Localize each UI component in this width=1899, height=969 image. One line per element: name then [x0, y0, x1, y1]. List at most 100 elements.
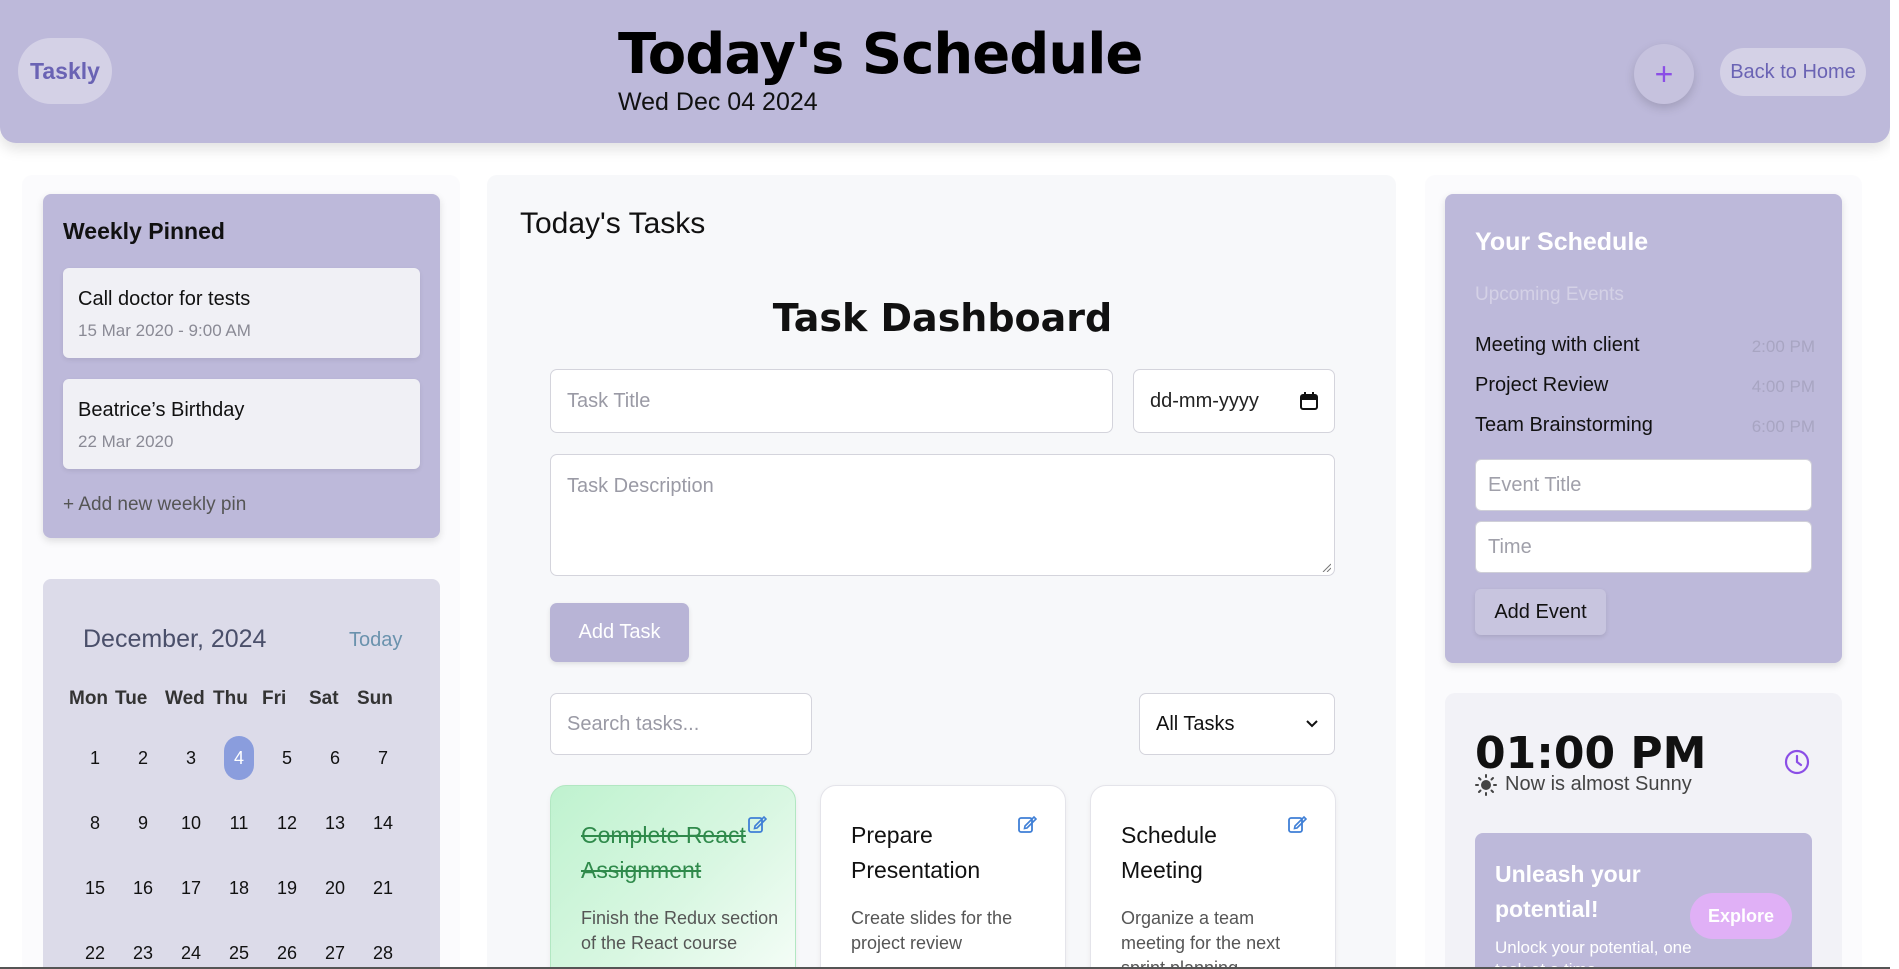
task-date-input[interactable]: dd-mm-yyyy	[1133, 369, 1335, 433]
task-card[interactable]: Schedule Meeting Organize a team meeting…	[1090, 785, 1336, 969]
calendar-day[interactable]: 22	[80, 931, 110, 969]
event-time: 6:00 PM	[1751, 417, 1815, 436]
calendar-day[interactable]: 9	[128, 801, 158, 845]
event-row[interactable]: Team Brainstorming 6:00 PM	[1475, 414, 1815, 444]
task-dashboard-title: Task Dashboard	[772, 296, 1113, 340]
add-task-button[interactable]: Add Task	[550, 603, 689, 662]
calendar-day[interactable]: 25	[224, 931, 254, 969]
search-tasks-input[interactable]: Search tasks...	[550, 693, 812, 755]
schedule-title: Your Schedule	[1475, 228, 1649, 256]
event-time-input[interactable]: Time	[1475, 521, 1812, 573]
calendar-weekday-label: Mon	[69, 688, 109, 709]
calendar-day[interactable]: 6	[320, 736, 350, 780]
calendar-icon[interactable]	[1300, 392, 1318, 410]
weather-status: Now is almost Sunny	[1475, 773, 1692, 796]
event-time: 4:00 PM	[1751, 377, 1815, 396]
task-title: Prepare Presentation	[851, 822, 981, 883]
add-button[interactable]: +	[1634, 44, 1694, 104]
weekly-pinned-panel: Weekly Pinned Call doctor for tests 15 M…	[43, 194, 440, 538]
calendar-day[interactable]: 13	[320, 801, 350, 845]
task-description: Finish the Redux section of the React co…	[581, 908, 779, 953]
event-title-input[interactable]: Event Title	[1475, 459, 1812, 511]
task-title-input[interactable]: Task Title	[550, 369, 1113, 433]
search-placeholder: Search tasks...	[567, 712, 700, 735]
task-title: Complete React Assignment	[581, 822, 746, 883]
calendar-day[interactable]: 26	[272, 931, 302, 969]
event-row[interactable]: Project Review 4:00 PM	[1475, 374, 1815, 404]
calendar-weekday-label: Wed	[165, 688, 205, 709]
calendar-weekday-label: Sat	[309, 688, 339, 709]
calendar-weekday-label: Fri	[262, 688, 287, 709]
event-time-placeholder: Time	[1488, 535, 1532, 558]
promo-title: Unleash your potential!	[1495, 861, 1641, 922]
calendar-day[interactable]: 16	[128, 866, 158, 910]
pinned-item-text: Beatrice’s Birthday	[78, 399, 245, 421]
task-filter-select[interactable]: All Tasks	[1139, 693, 1335, 755]
task-description-input[interactable]: Task Description	[550, 454, 1335, 576]
calendar-day[interactable]: 7	[368, 736, 398, 780]
edit-icon[interactable]	[1017, 814, 1037, 834]
add-weekly-pin-link[interactable]: + Add new weekly pin	[63, 494, 246, 516]
calendar-day[interactable]: 2	[128, 736, 158, 780]
date-placeholder: dd-mm-yyyy	[1150, 389, 1259, 412]
task-title: Schedule Meeting	[1121, 822, 1217, 883]
calendar-today-button[interactable]: Today	[349, 629, 402, 652]
calendar-day[interactable]: 27	[320, 931, 350, 969]
calendar-day[interactable]: 12	[272, 801, 302, 845]
task-title-placeholder: Task Title	[567, 389, 651, 412]
calendar-day[interactable]: 1	[80, 736, 110, 780]
calendar-weekday-label: Sun	[357, 688, 393, 709]
todays-tasks-title: Today's Tasks	[520, 207, 706, 240]
clock-card: 01:00 PM Now is almost Sunny Unleash you…	[1445, 693, 1842, 969]
event-time: 2:00 PM	[1751, 337, 1815, 356]
page-title: Today's Schedule	[618, 22, 1143, 87]
schedule-panel: Your Schedule Upcoming Events Meeting wi…	[1445, 194, 1842, 663]
event-row[interactable]: Meeting with client 2:00 PM	[1475, 334, 1815, 364]
pinned-item[interactable]: Call doctor for tests 15 Mar 2020 - 9:00…	[63, 268, 420, 358]
edit-icon[interactable]	[1287, 814, 1307, 834]
explore-button[interactable]: Explore	[1690, 893, 1792, 939]
calendar-day[interactable]: 23	[128, 931, 158, 969]
back-to-home-button[interactable]: Back to Home	[1720, 48, 1866, 96]
calendar-widget: December, 2024 Today Mon Tue Wed Thu Fri Sat S…	[43, 579, 440, 969]
calendar-day[interactable]: 10	[176, 801, 206, 845]
page-scrollbar[interactable]	[1890, 0, 1899, 969]
weather-text: Now is almost Sunny	[1505, 773, 1692, 795]
calendar-day[interactable]: 5	[272, 736, 302, 780]
calendar-day[interactable]: 21	[368, 866, 398, 910]
calendar-day[interactable]: 28	[368, 931, 398, 969]
calendar-weekday-label: Tue	[115, 688, 148, 709]
add-event-button[interactable]: Add Event	[1475, 589, 1606, 635]
pinned-item-date: 15 Mar 2020 - 9:00 AM	[78, 321, 251, 340]
task-card[interactable]: Complete React Assignment Finish the Red…	[550, 785, 796, 969]
upcoming-events-label: Upcoming Events	[1475, 284, 1624, 305]
pinned-item-text: Call doctor for tests	[78, 288, 251, 310]
calendar-day[interactable]: 14	[368, 801, 398, 845]
chevron-down-icon	[1306, 720, 1318, 728]
calendar-day[interactable]: 8	[80, 801, 110, 845]
calendar-weekday-label: Thu	[213, 688, 248, 709]
task-description-placeholder: Task Description	[567, 475, 714, 497]
weekly-pinned-title: Weekly Pinned	[63, 218, 225, 244]
calendar-day[interactable]: 18	[224, 866, 254, 910]
calendar-day-selected[interactable]: 4	[224, 736, 254, 780]
sun-icon	[1475, 773, 1497, 796]
pinned-item[interactable]: Beatrice’s Birthday 22 Mar 2020	[63, 379, 420, 469]
event-name: Meeting with client	[1475, 334, 1640, 356]
calendar-day[interactable]: 15	[80, 866, 110, 910]
task-description: Organize a team meeting for the next spr…	[1121, 908, 1281, 969]
calendar-day[interactable]: 11	[224, 801, 254, 845]
top-header: Taskly Today's Schedule Wed Dec 04 2024 …	[0, 0, 1890, 143]
promo-subtitle: Unlock your potential, one task at a tim…	[1495, 938, 1692, 969]
task-card[interactable]: Prepare Presentation Create slides for t…	[820, 785, 1066, 969]
calendar-day[interactable]: 24	[176, 931, 206, 969]
calendar-month-label: December, 2024	[83, 625, 267, 653]
clock-time: 01:00 PM	[1475, 728, 1707, 779]
resize-handle-icon[interactable]	[1321, 562, 1331, 572]
calendar-day[interactable]: 19	[272, 866, 302, 910]
brand-logo-button[interactable]: Taskly	[18, 38, 112, 104]
edit-icon[interactable]	[747, 814, 767, 834]
calendar-day[interactable]: 20	[320, 866, 350, 910]
calendar-day[interactable]: 17	[176, 866, 206, 910]
calendar-day[interactable]: 3	[176, 736, 206, 780]
